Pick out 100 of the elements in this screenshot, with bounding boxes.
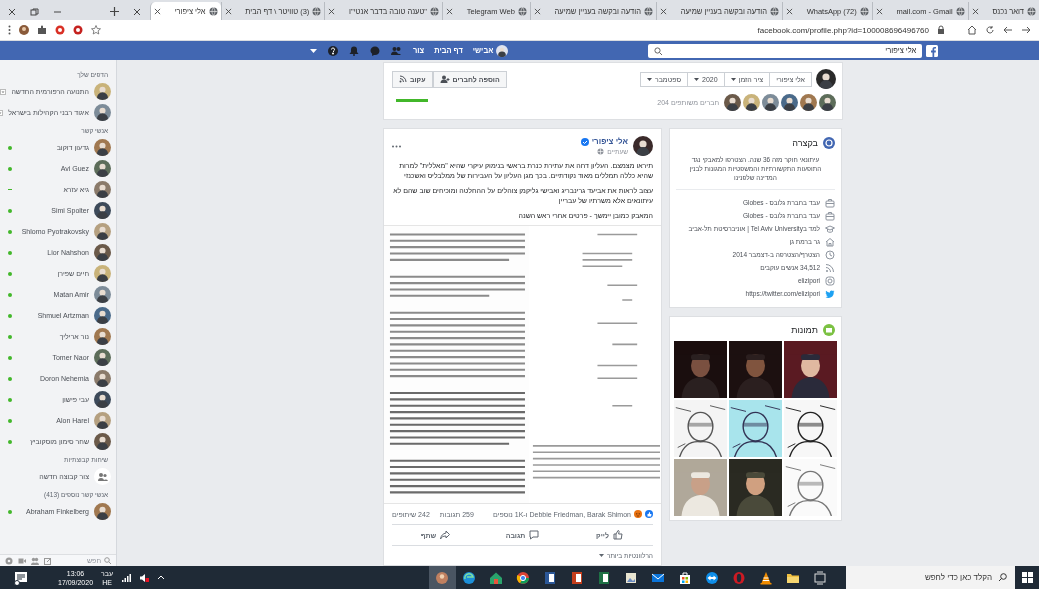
globe-icon [859,6,869,16]
avatar [633,136,653,156]
avatar [724,94,741,111]
close-icon[interactable] [446,7,453,15]
globe-icon [208,6,218,16]
network-icon[interactable] [121,572,132,583]
avatar [94,349,111,366]
globe-icon [955,6,965,16]
avatar[interactable] [19,25,29,35]
close-icon[interactable] [785,7,793,15]
home-icon[interactable] [967,25,977,35]
author-name[interactable]: אלי ציפורי [591,137,628,146]
windows-icon[interactable] [1021,572,1033,583]
globe-icon [517,6,527,16]
like-icon [612,530,623,540]
close-icon[interactable] [659,7,667,15]
more-icon[interactable] [8,25,11,35]
close-icon[interactable] [533,7,541,15]
comment-icon [529,530,540,540]
lock-icon[interactable] [937,25,945,35]
new-tab-icon[interactable] [110,7,119,16]
cone-icon[interactable] [759,570,774,585]
slides-icon[interactable] [570,570,585,585]
spreadsheet-icon[interactable] [597,570,612,585]
avatar [94,370,111,387]
avatar [94,286,111,303]
avatar [781,94,798,111]
image-viewer-icon[interactable] [624,570,639,585]
card-title: תמונות [791,325,818,335]
arrows-icon[interactable] [705,570,720,585]
close-icon[interactable] [875,7,883,15]
avatar [819,94,836,111]
back-icon[interactable] [1003,25,1013,35]
globe-icon [1027,6,1036,16]
help-icon[interactable] [328,45,338,56]
star-icon[interactable] [91,25,101,35]
avatar [816,69,836,89]
address-field[interactable]: facebook.com/profile.php?id=100008696496760 [757,25,929,35]
search-field[interactable]: הקלד כאן כדי לחפש [845,566,1016,589]
puzzle-icon[interactable] [37,25,47,35]
task-view-icon[interactable] [813,570,828,585]
close-icon[interactable] [133,7,141,16]
speaker-icon[interactable] [139,572,150,583]
chevron-up-icon[interactable] [157,574,166,581]
reload-icon[interactable] [985,25,995,35]
globe-icon [597,148,605,155]
search-icon [104,557,111,564]
avatar [94,328,111,345]
notification-icon[interactable] [14,570,28,585]
search-icon [654,46,663,55]
avatar [94,412,111,429]
group-icon[interactable] [31,556,39,565]
avatar [94,244,111,261]
document-icon[interactable] [543,570,558,585]
forward-icon[interactable] [1021,25,1031,35]
avatar [94,202,111,219]
rss-icon [825,262,835,273]
settings-icon[interactable] [5,556,13,565]
photos-icon [823,324,835,336]
ring-icon[interactable] [732,570,747,585]
compose-icon[interactable] [44,556,52,565]
graduation-cap-icon [825,223,835,234]
avatar [94,83,111,100]
globe-icon [312,6,322,16]
close-icon[interactable] [224,7,232,15]
rss-icon [399,75,407,83]
briefcase-icon [825,197,835,208]
shopping-bag-icon[interactable] [678,570,693,585]
avatar [94,139,111,156]
logo-icon[interactable] [926,44,939,57]
search-icon [998,573,1008,582]
friends-icon[interactable] [391,45,401,56]
globe-icon [769,6,779,16]
swirl-icon[interactable] [462,570,477,585]
close-icon[interactable] [8,7,16,16]
avatar [800,94,817,111]
globe-icon [823,137,835,149]
avatar [496,44,509,57]
house-icon[interactable] [489,570,504,585]
bell-icon[interactable] [349,45,359,56]
like-reaction-icon [645,510,653,518]
close-icon[interactable] [328,7,336,15]
close-icon[interactable] [971,7,979,15]
more-icon[interactable] [392,144,401,148]
wheel-icon[interactable] [516,570,531,585]
avatar [94,160,111,177]
highlight-bar [396,99,428,102]
chat-icon[interactable] [370,45,380,56]
avatar [94,181,111,198]
video-icon[interactable] [18,556,26,565]
restore-icon[interactable] [30,7,39,16]
close-icon[interactable] [153,7,161,15]
share-icon [440,530,451,540]
avatar [94,104,111,121]
bird-icon [825,288,835,299]
avatar[interactable] [435,570,450,585]
avatar [94,223,111,240]
avatar [762,94,779,111]
briefcase-icon [825,210,835,221]
avatar [94,307,111,324]
